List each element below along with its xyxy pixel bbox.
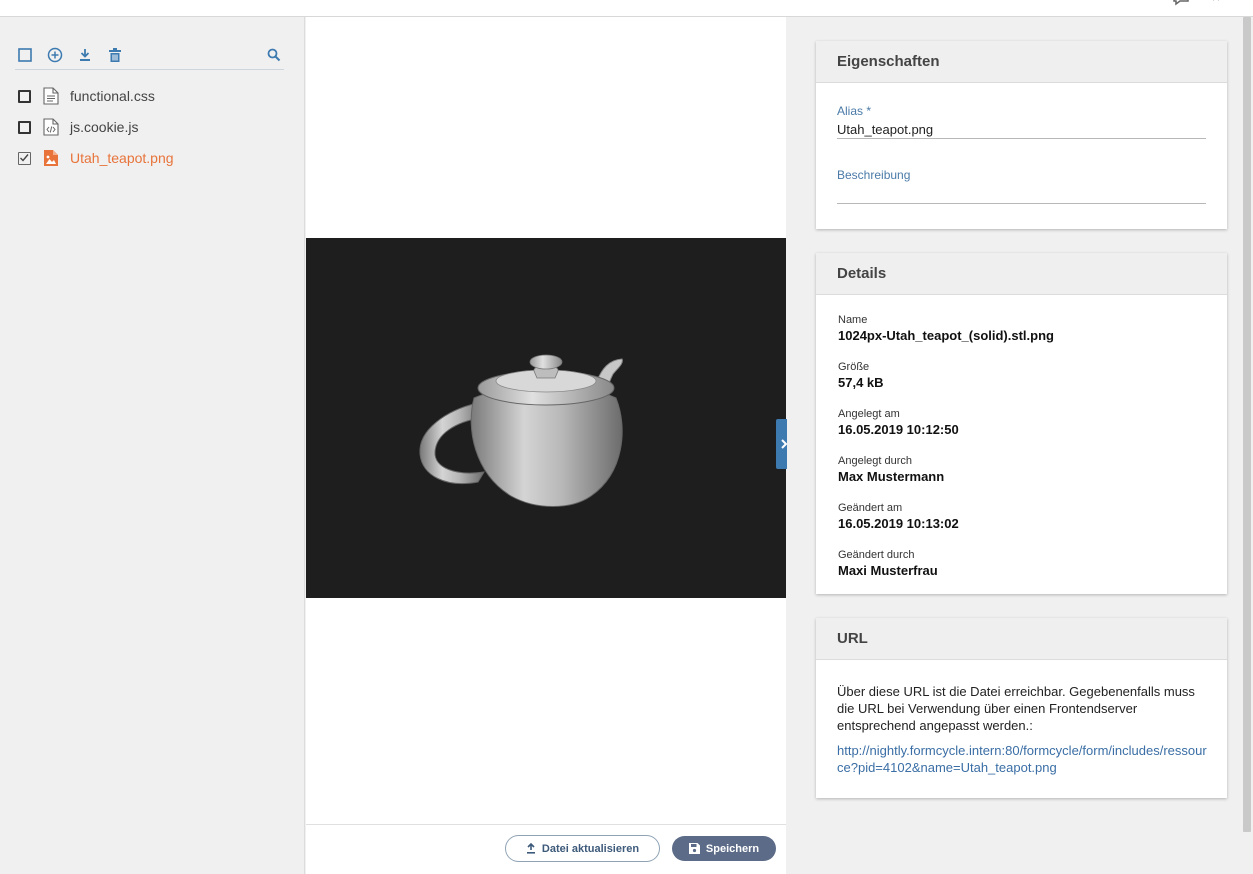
url-title: URL	[816, 618, 1227, 660]
modified-value: 16.05.2019 10:13:02	[838, 516, 959, 531]
file-sidebar: functional.css js.cookie.js Utah_teapot.…	[0, 17, 305, 874]
file-checkbox[interactable]	[18, 120, 31, 134]
details-card: Details Name 1024px-Utah_teapot_(solid).…	[816, 253, 1227, 594]
properties-card: Eigenschaften Alias * Utah_teapot.png Be…	[816, 41, 1227, 229]
file-toolbar	[15, 45, 284, 70]
update-file-button[interactable]: Datei aktualisieren	[505, 835, 660, 862]
details-panel: Eigenschaften Alias * Utah_teapot.png Be…	[787, 17, 1240, 874]
file-item[interactable]: js.cookie.js	[18, 116, 288, 138]
size-label: Größe	[838, 361, 870, 373]
description-underline	[837, 203, 1206, 204]
modified-label: Geändert am	[838, 502, 903, 514]
file-text-icon	[43, 87, 59, 105]
scrollbar-thumb[interactable]	[1243, 17, 1251, 832]
top-bar	[0, 0, 1253, 17]
size-value: 57,4 kB	[838, 375, 884, 390]
update-file-label: Datei aktualisieren	[541, 842, 640, 855]
download-icon[interactable]	[75, 45, 95, 65]
alias-label: Alias *	[837, 104, 872, 118]
expand-icon[interactable]	[1208, 0, 1224, 11]
description-field[interactable]	[837, 186, 1206, 202]
name-label: Name	[838, 314, 868, 326]
delete-icon[interactable]	[105, 45, 125, 65]
select-all-icon[interactable]	[15, 45, 35, 65]
created-value: 16.05.2019 10:12:50	[838, 422, 959, 437]
created-label: Angelegt am	[838, 408, 900, 420]
alias-field[interactable]: Utah_teapot.png	[837, 122, 933, 137]
url-link[interactable]: http://nightly.formcycle.intern:80/formc…	[837, 742, 1209, 776]
properties-title: Eigenschaften	[816, 41, 1227, 83]
modified-by-label: Geändert durch	[838, 549, 915, 561]
image-preview	[306, 238, 786, 598]
save-button[interactable]: Speichern	[672, 836, 776, 861]
file-code-icon	[43, 118, 59, 136]
add-icon[interactable]	[45, 45, 65, 65]
file-name: Utah_teapot.png	[70, 150, 174, 166]
upload-icon	[526, 843, 535, 854]
file-name: functional.css	[70, 88, 155, 104]
url-card: URL Über diese URL ist die Datei erreich…	[816, 618, 1227, 798]
save-label: Speichern	[705, 842, 760, 855]
file-item-selected[interactable]: Utah_teapot.png	[18, 147, 288, 169]
image-preview-panel: Datei aktualisieren Speichern	[306, 17, 791, 874]
created-by-value: Max Mustermann	[838, 469, 945, 484]
file-checkbox[interactable]	[18, 89, 31, 103]
url-description: Über diese URL ist die Datei erreichbar.…	[837, 684, 1195, 733]
alias-underline	[837, 138, 1206, 139]
file-checkbox-checked[interactable]	[18, 151, 31, 165]
comment-icon[interactable]	[1172, 0, 1190, 11]
save-icon	[688, 843, 700, 854]
search-icon[interactable]	[264, 45, 284, 65]
name-value: 1024px-Utah_teapot_(solid).stl.png	[838, 328, 1054, 343]
file-item[interactable]: functional.css	[18, 85, 288, 107]
created-by-label: Angelegt durch	[838, 455, 912, 467]
preview-footer: Datei aktualisieren Speichern	[306, 824, 786, 874]
file-name: js.cookie.js	[70, 119, 139, 135]
details-title: Details	[816, 253, 1227, 295]
description-label: Beschreibung	[837, 168, 911, 182]
file-image-icon	[44, 150, 58, 166]
teapot-image	[419, 354, 623, 507]
modified-by-value: Maxi Musterfrau	[838, 563, 938, 578]
scrollbar[interactable]	[1240, 17, 1253, 874]
